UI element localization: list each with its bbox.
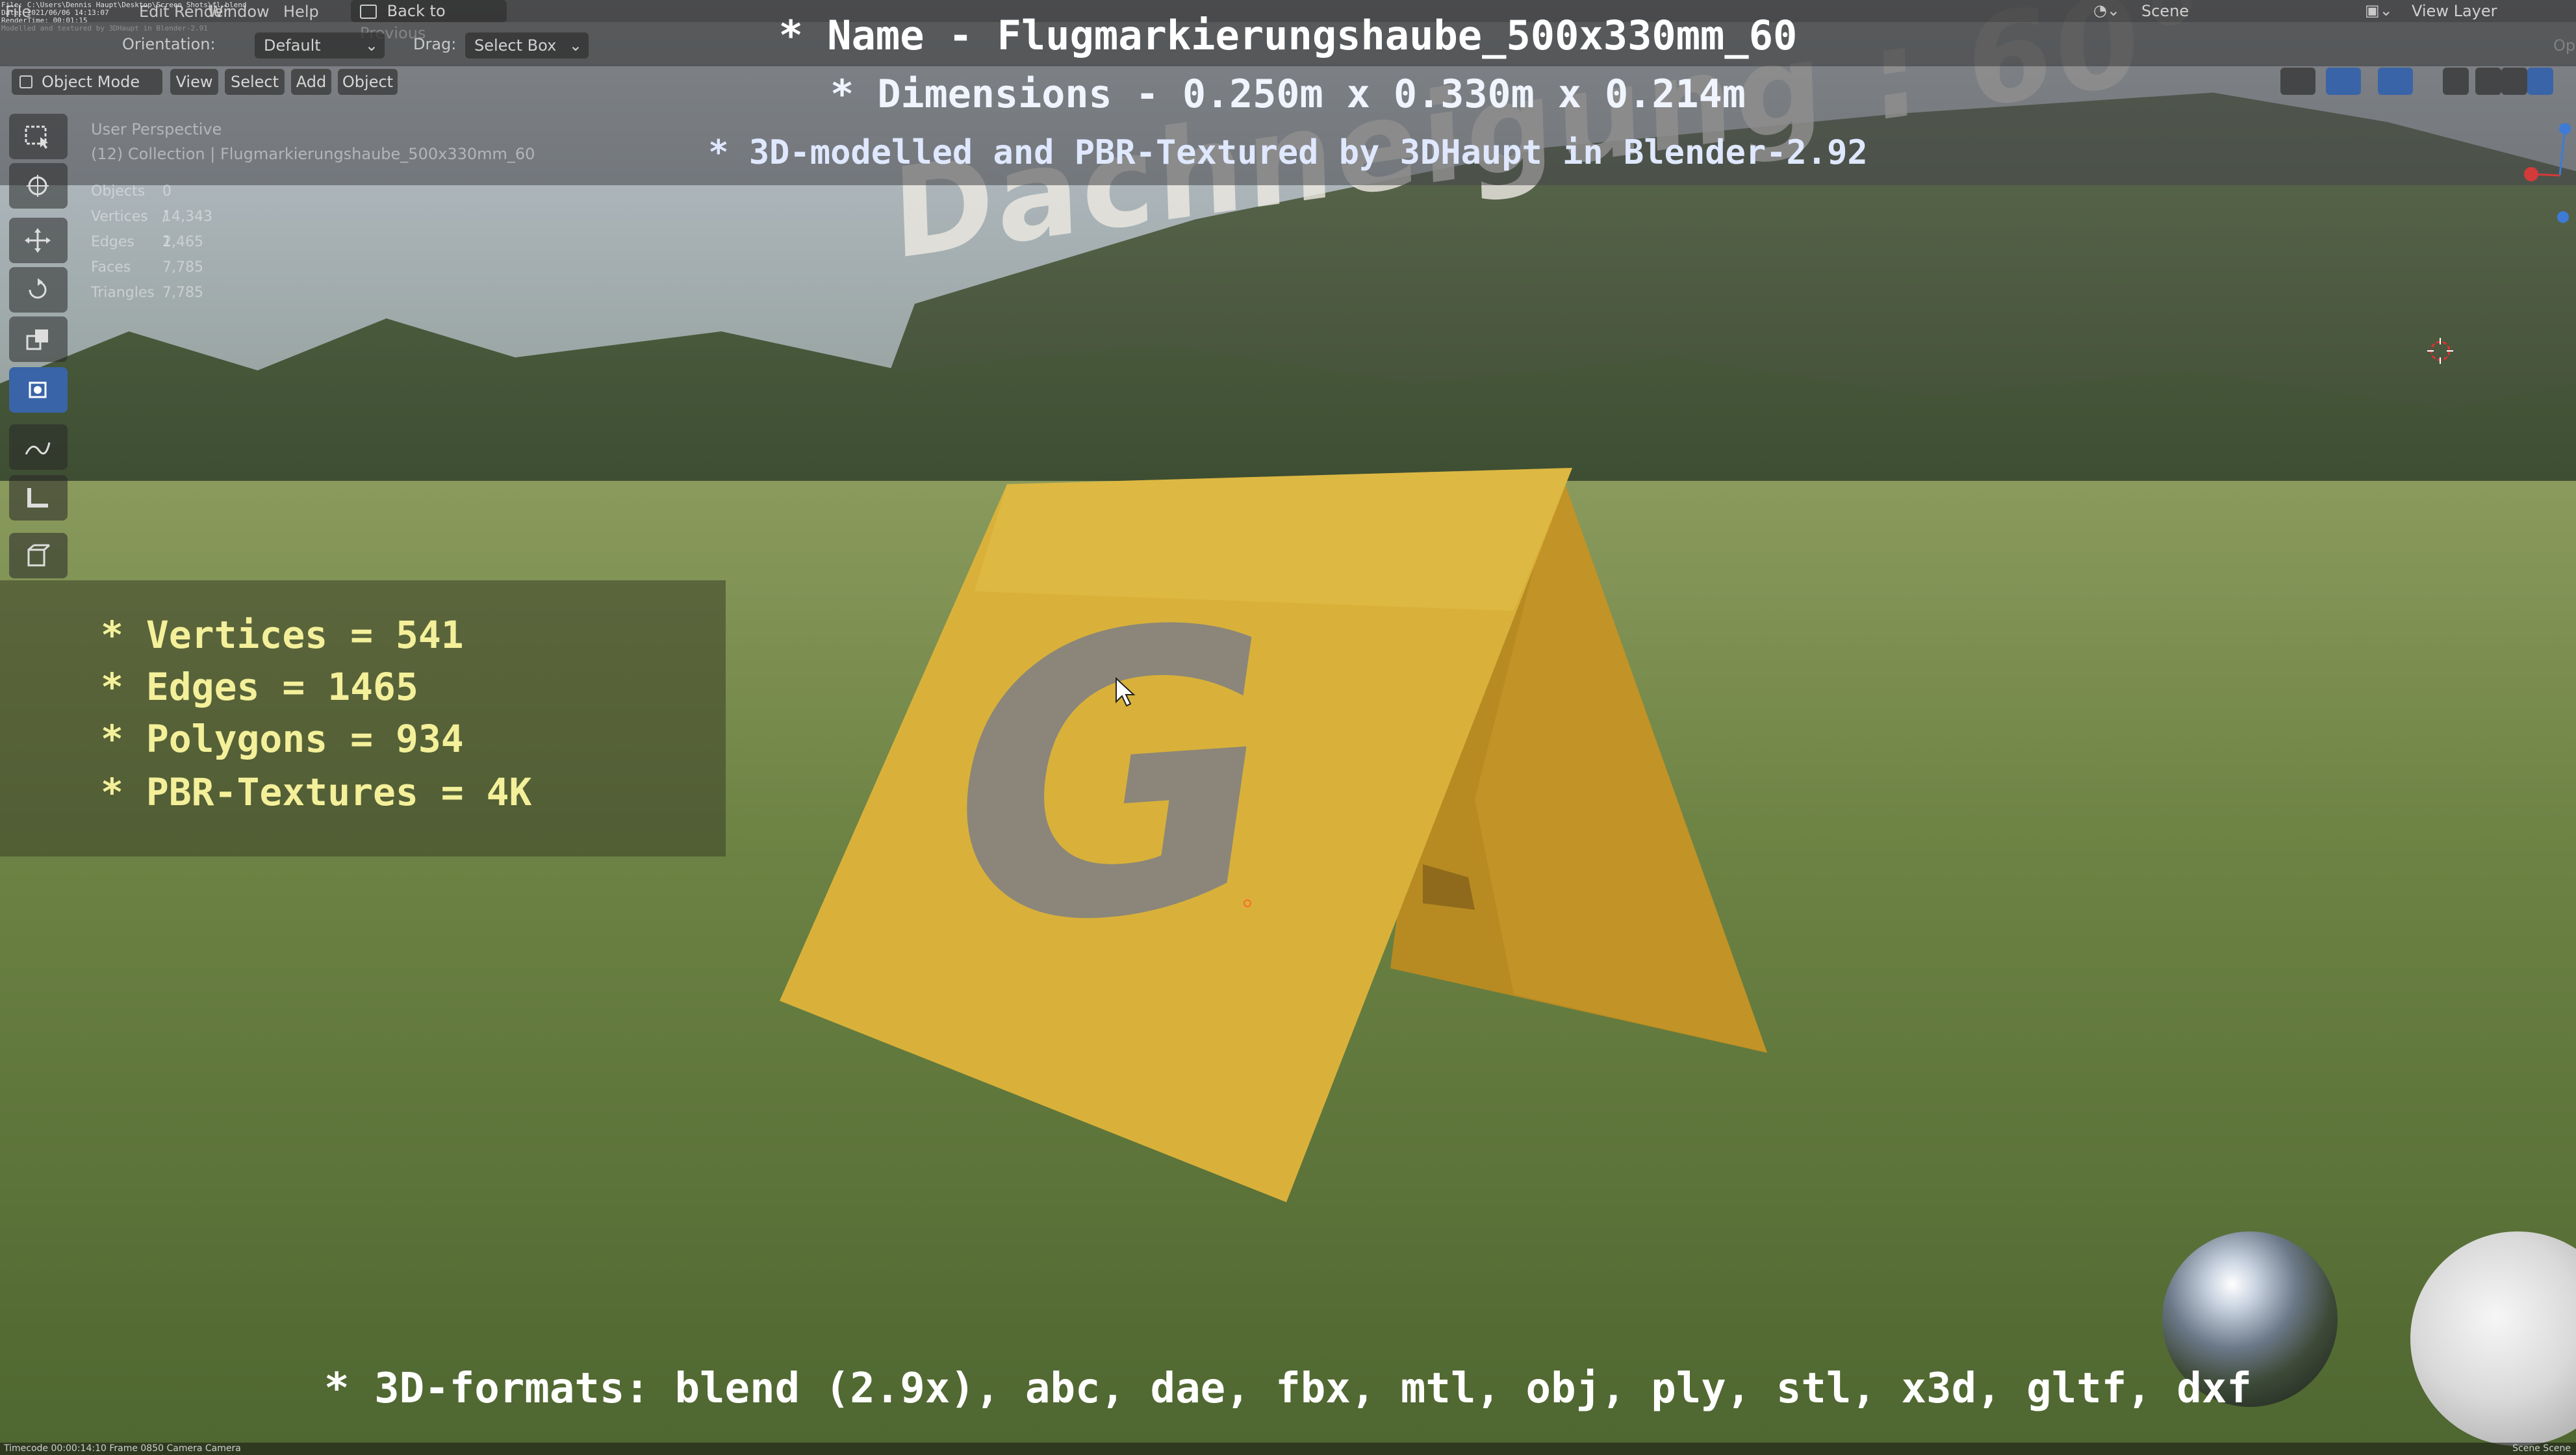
cursor-icon bbox=[27, 175, 49, 197]
status-bar: Timecode 00:00:14:10 Frame 0850 Camera C… bbox=[0, 1443, 2576, 1455]
tool-transform[interactable] bbox=[9, 367, 68, 413]
transform-icon bbox=[29, 381, 47, 398]
scale-icon bbox=[26, 329, 48, 350]
annotate-icon bbox=[25, 442, 51, 455]
stat-line-vertices: * Vertices = 541 bbox=[101, 613, 464, 657]
status-left-text: Timecode 00:00:14:10 Frame 0850 Camera C… bbox=[4, 1443, 241, 1454]
stat-line-edges: * Edges = 1465 bbox=[101, 665, 418, 709]
banner-name-line: * Name - Flugmarkierungshaube_500x330mm_… bbox=[778, 12, 1798, 59]
stat-line-textures: * PBR-Textures = 4K bbox=[101, 770, 532, 814]
measure-icon bbox=[27, 488, 48, 508]
3d-viewport[interactable]: Dachneigung : 60° G File Edit Render Win… bbox=[0, 0, 2576, 1455]
stat-line-polygons: * Polygons = 934 bbox=[101, 717, 464, 761]
status-right-text: Scene Scene bbox=[2512, 1443, 2571, 1454]
tool-add-cube[interactable] bbox=[9, 533, 68, 578]
formats-line: * 3D-formats: blend (2.9x), abc, dae, fb… bbox=[324, 1365, 2252, 1413]
stat-triangles: Triangles 7,785 bbox=[91, 285, 203, 301]
scene-statistics: Objects 0 / 2 Vertices 14,343 Edges 1,465 F… bbox=[91, 179, 212, 305]
move-icon bbox=[25, 228, 51, 253]
tool-rotate[interactable] bbox=[9, 267, 68, 313]
banner-credits-line: * 3D-modelled and PBR-Textured by 3DHaup… bbox=[708, 133, 1868, 172]
tool-measure[interactable] bbox=[9, 475, 68, 521]
3d-cursor-icon bbox=[2427, 338, 2453, 364]
banner-dimensions-line: * Dimensions - 0.250m x 0.330m x 0.214m bbox=[830, 71, 1746, 117]
stat-edges: Edges 1,465 bbox=[91, 234, 203, 250]
tool-annotate[interactable] bbox=[9, 424, 68, 470]
rotate-icon bbox=[29, 278, 47, 299]
sign-model[interactable]: G bbox=[747, 448, 1774, 1215]
tool-move[interactable] bbox=[9, 218, 68, 263]
stat-objects: Objects 0 / 2 bbox=[91, 183, 172, 250]
stat-vertices: Vertices 14,343 bbox=[91, 209, 212, 225]
stat-faces: Faces 7,785 bbox=[91, 259, 203, 276]
mouse-cursor-icon bbox=[1116, 677, 1136, 707]
sign-letter: G bbox=[916, 541, 1305, 1016]
mesh-stats-box: * Vertices = 541 * Edges = 1465 * Polygo… bbox=[0, 580, 726, 856]
add-cube-icon bbox=[27, 544, 50, 567]
tool-scale[interactable] bbox=[9, 316, 68, 362]
